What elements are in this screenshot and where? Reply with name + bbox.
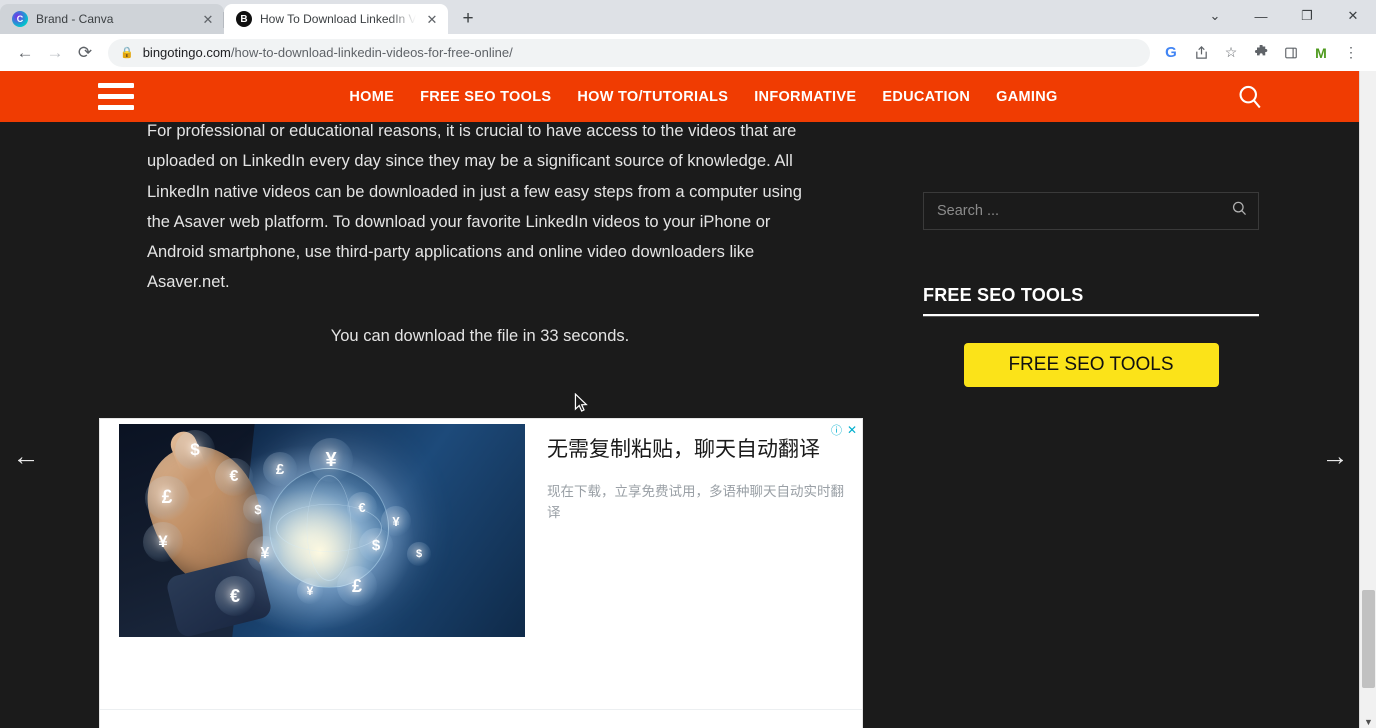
- ad-description: 现在下载，立享免费试用，多语种聊天自动实时翻译: [547, 484, 844, 521]
- nav-item-free-seo-tools[interactable]: FREE SEO TOOLS: [420, 89, 551, 105]
- browser-tab-2[interactable]: B How To Download LinkedIn Vide ✕: [224, 4, 448, 34]
- currency-symbol: $: [175, 430, 215, 470]
- currency-symbol: ¥: [309, 438, 353, 482]
- new-tab-button[interactable]: +: [454, 5, 482, 33]
- lock-icon: 🔒: [120, 47, 134, 59]
- hamburger-menu-icon[interactable]: [98, 83, 134, 110]
- scrollbar-thumb[interactable]: [1362, 590, 1375, 688]
- ad-close-icon[interactable]: ✕: [847, 423, 857, 437]
- page-viewport: HOME FREE SEO TOOLS HOW TO/TUTORIALS INF…: [0, 71, 1376, 728]
- currency-symbol: £: [145, 476, 189, 520]
- currency-symbol: £: [263, 452, 297, 486]
- reload-button[interactable]: ⟳: [70, 38, 100, 68]
- ad-title: 无需复制粘贴，聊天自动翻译: [547, 437, 820, 461]
- ad-controls: ⓘ ✕: [831, 422, 857, 438]
- sidebar-widget-title: FREE SEO TOOLS: [923, 285, 1084, 305]
- search-icon[interactable]: [1233, 80, 1267, 114]
- url-host: bingotingo.com: [142, 45, 231, 60]
- nav-item-how-to-tutorials[interactable]: HOW TO/TUTORIALS: [577, 89, 728, 105]
- currency-symbol: $: [243, 494, 273, 524]
- bookmark-star-icon[interactable]: ☆: [1216, 38, 1246, 68]
- currency-symbol: $: [359, 528, 393, 562]
- sidebar: FREE SEO TOOLS FREE SEO TOOLS: [923, 192, 1259, 387]
- currency-symbol: ¥: [297, 578, 323, 604]
- currency-symbol: €: [347, 492, 377, 522]
- tab-search-button[interactable]: ⌄: [1192, 0, 1238, 32]
- nav-item-gaming[interactable]: GAMING: [996, 89, 1057, 105]
- close-window-button[interactable]: ✕: [1330, 0, 1376, 32]
- currency-symbol: $: [407, 542, 431, 566]
- content-area: For professional or educational reasons,…: [0, 122, 1359, 728]
- site-header: HOME FREE SEO TOOLS HOW TO/TUTORIALS INF…: [0, 71, 1359, 122]
- free-seo-tools-button[interactable]: FREE SEO TOOLS: [963, 343, 1219, 387]
- currency-symbol: €: [215, 458, 253, 496]
- extensions-puzzle-icon[interactable]: [1246, 38, 1276, 68]
- nav-item-education[interactable]: EDUCATION: [882, 89, 970, 105]
- currency-symbol: ¥: [247, 536, 283, 572]
- ad-copy: 无需复制粘贴，聊天自动翻译 现在下载，立享免费试用，多语种聊天自动实时翻译: [525, 424, 862, 637]
- minimize-button[interactable]: —: [1238, 0, 1284, 32]
- forward-button[interactable]: →: [40, 38, 70, 68]
- download-notice: You can download the file in 33 seconds.: [330, 326, 630, 345]
- page-scrollbar[interactable]: ▼: [1359, 71, 1376, 728]
- ad-info-icon[interactable]: ⓘ: [831, 422, 842, 438]
- close-tab-button[interactable]: ✕: [424, 11, 440, 27]
- browser-toolbar: ← → ⟳ 🔒 bingotingo.com /how-to-download-…: [0, 34, 1376, 71]
- main-navigation: HOME FREE SEO TOOLS HOW TO/TUTORIALS INF…: [174, 89, 1233, 105]
- article-column: For professional or educational reasons,…: [147, 122, 847, 346]
- canva-icon: C: [12, 11, 28, 27]
- nav-item-informative[interactable]: INFORMATIVE: [754, 89, 856, 105]
- widget-divider: [923, 314, 1259, 317]
- arrow-right-icon[interactable]: →: [1318, 439, 1352, 473]
- browser-tab-title: How To Download LinkedIn Vide: [260, 12, 416, 26]
- ad-footer: tranworld 打开 ›: [100, 709, 862, 728]
- ad-body: $ € £ ¥ £ ¥ $ ¥ € € ¥ $ £ ¥ $ 无需复制粘贴，聊天自…: [100, 419, 862, 637]
- nav-item-home[interactable]: HOME: [349, 89, 394, 105]
- web-page: HOME FREE SEO TOOLS HOW TO/TUTORIALS INF…: [0, 71, 1359, 728]
- ad-image[interactable]: $ € £ ¥ £ ¥ $ ¥ € € ¥ $ £ ¥ $: [119, 424, 525, 637]
- arrow-left-icon[interactable]: ←: [9, 439, 43, 473]
- browser-tab-strip: C Brand - Canva ✕ B How To Download Link…: [0, 0, 1376, 34]
- browser-tab-title: Brand - Canva: [36, 12, 114, 26]
- currency-symbol: ¥: [143, 522, 183, 562]
- search-icon[interactable]: [1231, 200, 1248, 222]
- share-icon[interactable]: [1186, 38, 1216, 68]
- google-account-icon[interactable]: G: [1156, 38, 1186, 68]
- back-button[interactable]: ←: [10, 38, 40, 68]
- address-bar[interactable]: 🔒 bingotingo.com /how-to-download-linked…: [108, 38, 1150, 67]
- toolbar-icons: G ☆ M ⋮: [1156, 38, 1366, 68]
- browser-tab-1[interactable]: C Brand - Canva ✕: [0, 4, 224, 34]
- search-input[interactable]: [937, 203, 1231, 219]
- bingotingo-icon: B: [236, 11, 252, 27]
- chrome-menu-icon[interactable]: ⋮: [1336, 38, 1366, 68]
- window-controls: ⌄ — ❐ ✕: [1192, 0, 1376, 32]
- maximize-button[interactable]: ❐: [1284, 0, 1330, 32]
- search-box[interactable]: [923, 192, 1259, 230]
- close-tab-button[interactable]: ✕: [200, 11, 216, 27]
- currency-symbol: £: [337, 566, 377, 606]
- advertisement[interactable]: ⓘ ✕ $ € £ ¥ £ ¥ $ ¥ € € ¥ $ £ ¥ $ 无需复制粘贴…: [99, 418, 863, 728]
- metamask-icon[interactable]: M: [1306, 38, 1336, 68]
- currency-symbol: €: [215, 576, 255, 616]
- article-paragraph: For professional or educational reasons,…: [147, 122, 802, 292]
- scroll-down-arrow-icon[interactable]: ▼: [1360, 717, 1376, 727]
- sidepanel-icon[interactable]: [1276, 38, 1306, 68]
- url-path: /how-to-download-linkedin-videos-for-fre…: [230, 45, 513, 60]
